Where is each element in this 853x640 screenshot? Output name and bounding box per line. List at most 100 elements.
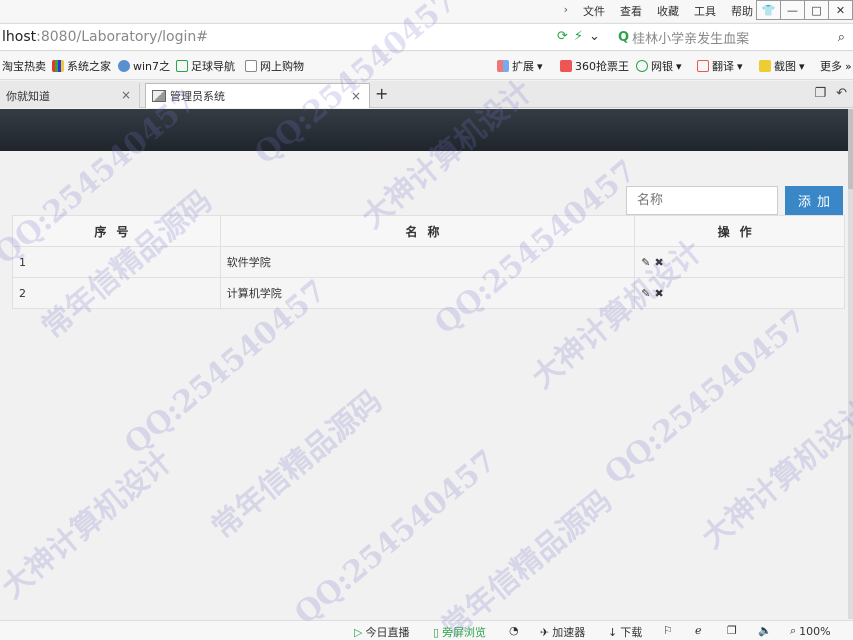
cell-name: 计算机学院 [219,277,636,309]
url-field[interactable]: lhost:8080/Laboratory/login# [2,29,208,45]
status-bar: ▷ 今日直播 ▯ 旁屏浏览 ◔ ✈ 加速器 ↓ 下载 ⚐ ℯ ❐ 🔈 ⌕ 100% [0,620,853,640]
address-icons: ⟳ ⚡ ⌄ [557,29,600,44]
menu-tools[interactable]: 工具 [694,3,716,19]
bookmark-label: 扩展 [512,60,534,73]
header-actions: 操作 [634,215,845,247]
status-flag[interactable]: ⚐ [663,624,673,637]
translate-icon [697,60,709,72]
bookmark-xitong[interactable]: 系统之家 [52,58,111,74]
cell-actions: ✎ ✖ [634,277,845,309]
phone-icon: ▯ [433,625,440,639]
bookmark-360ticket[interactable]: 360抢票王 [560,58,629,74]
status-zoom[interactable]: ⌕ 100% [790,624,831,638]
bookmark-extensions[interactable]: 扩展 ▾ [497,58,543,74]
watermark: 常年信精品源码 [205,383,389,546]
bookmark-label: 网上购物 [260,60,304,73]
bookmark-football[interactable]: 足球导航 [176,58,235,74]
bookmark-label: 翻译 [712,60,734,73]
chevron-right-icon: › [563,3,568,16]
window-icon: ❐ [727,624,737,637]
status-label: 今日直播 [365,626,410,639]
restore-icon[interactable]: ❐ [814,86,826,101]
bookmark-taobao[interactable]: 淘宝热卖 [2,58,46,74]
table-row: 1 软件学院 ✎ ✖ [12,246,845,278]
menu-favorites[interactable]: 收藏 [657,3,679,19]
bookmarks-bar: 淘宝热卖 系统之家 win7之 足球导航 网上购物 扩展 ▾ 360抢票王 网银… [0,52,853,80]
bookmark-bank[interactable]: 网银 ▾ [636,58,682,74]
status-live[interactable]: ▷ 今日直播 [354,624,409,640]
grid-icon [497,60,509,72]
ticket-icon [560,60,572,72]
lightning-icon[interactable]: ⚡ [574,29,583,44]
bookmark-label: 截图 [774,60,796,73]
tab-inactive[interactable]: 你就知道 × [0,83,140,108]
watermark: QQ:254540457 [288,443,504,632]
undo-icon[interactable]: ↶ [836,86,847,101]
delete-icon[interactable]: ✖ [654,256,663,269]
edit-icon[interactable]: ✎ [641,287,650,300]
delete-icon[interactable]: ✖ [654,287,663,300]
page-header [0,109,848,151]
tab-bar-tools: ❐ ↶ [814,86,847,101]
menu-file[interactable]: 文件 [583,3,605,19]
status-speed[interactable]: ◔ [509,624,519,637]
shirt-icon[interactable]: 👕 [756,0,781,20]
minimize-button[interactable]: — [780,0,805,20]
url-path: :8080/Laboratory/login# [36,29,209,45]
bookmark-win7[interactable]: win7之 [118,58,170,74]
status-download[interactable]: ↓ 下载 [608,624,642,640]
address-bar: lhost:8080/Laboratory/login# ⟳ ⚡ ⌄ Q 桂林小… [0,23,853,51]
search-icon[interactable]: ⌕ [838,30,845,45]
scrollbar-thumb[interactable] [848,109,853,189]
window-controls: 👕 — □ ✕ [756,0,853,20]
chevron-down-icon: ▾ [537,59,543,73]
bookmark-screenshot[interactable]: 截图 ▾ [759,58,805,74]
bookmark-translate[interactable]: 翻译 ▾ [697,58,743,74]
search-input[interactable]: Q 桂林小学亲发生血案 ⌕ [618,27,853,47]
chevron-down-icon: ▾ [676,59,682,73]
header-name: 名称 [219,215,636,247]
maximize-button[interactable]: □ [804,0,829,20]
add-button[interactable]: 添加 [785,186,843,215]
browser-title-bar: › 文件 查看 收藏 工具 帮助 👕 — □ ✕ [0,0,853,22]
scrollbar[interactable] [848,109,853,619]
watermark: QQ:254540457 [598,303,814,492]
url-host: lhost [2,29,37,45]
bookmark-label: 足球导航 [191,60,235,73]
close-button[interactable]: ✕ [828,0,853,20]
chevron-down-icon: ▾ [799,59,805,73]
edit-icon[interactable]: ✎ [641,256,650,269]
speaker-icon: 🔈 [758,624,772,637]
flag-icon: ⚐ [663,624,673,637]
menu-help[interactable]: 帮助 [731,3,753,19]
status-label: 下载 [620,626,643,639]
chevron-down-icon[interactable]: ⌄ [589,29,600,44]
bookmark-more[interactable]: 更多» [820,58,852,74]
new-tab-button[interactable]: + [375,84,388,103]
status-window[interactable]: ❐ [727,624,737,637]
gauge-icon: ◔ [509,624,519,637]
scissors-icon [759,60,771,72]
cell-id: 2 [12,277,221,309]
cell-id: 1 [12,246,221,278]
status-sound[interactable]: 🔈 [758,624,772,637]
zoom-level: 100% [799,624,831,638]
windows-icon [52,60,64,72]
tab-bar: 你就知道 × 管理员系统 × + ❐ ↶ [0,81,853,108]
refresh-icon[interactable]: ⟳ [557,29,568,44]
search-text: 桂林小学亲发生血案 [632,31,750,47]
table-header-row: 序号 名称 操作 [12,215,845,247]
search-engine-icon[interactable]: Q [618,30,629,45]
tab-active[interactable]: 管理员系统 × [145,83,370,108]
header-id: 序号 [12,215,221,247]
status-sidescreen[interactable]: ▯ 旁屏浏览 [433,624,486,640]
status-ie[interactable]: ℯ [695,624,702,637]
close-tab-icon[interactable]: × [351,89,361,103]
status-accelerator[interactable]: ✈ 加速器 [540,624,585,640]
close-tab-icon[interactable]: × [121,88,131,102]
download-icon: ↓ [608,625,618,639]
bookmark-shopping[interactable]: 网上购物 [245,58,304,74]
rocket-icon: ✈ [540,625,550,639]
name-input[interactable] [626,186,778,215]
menu-view[interactable]: 查看 [620,3,642,19]
